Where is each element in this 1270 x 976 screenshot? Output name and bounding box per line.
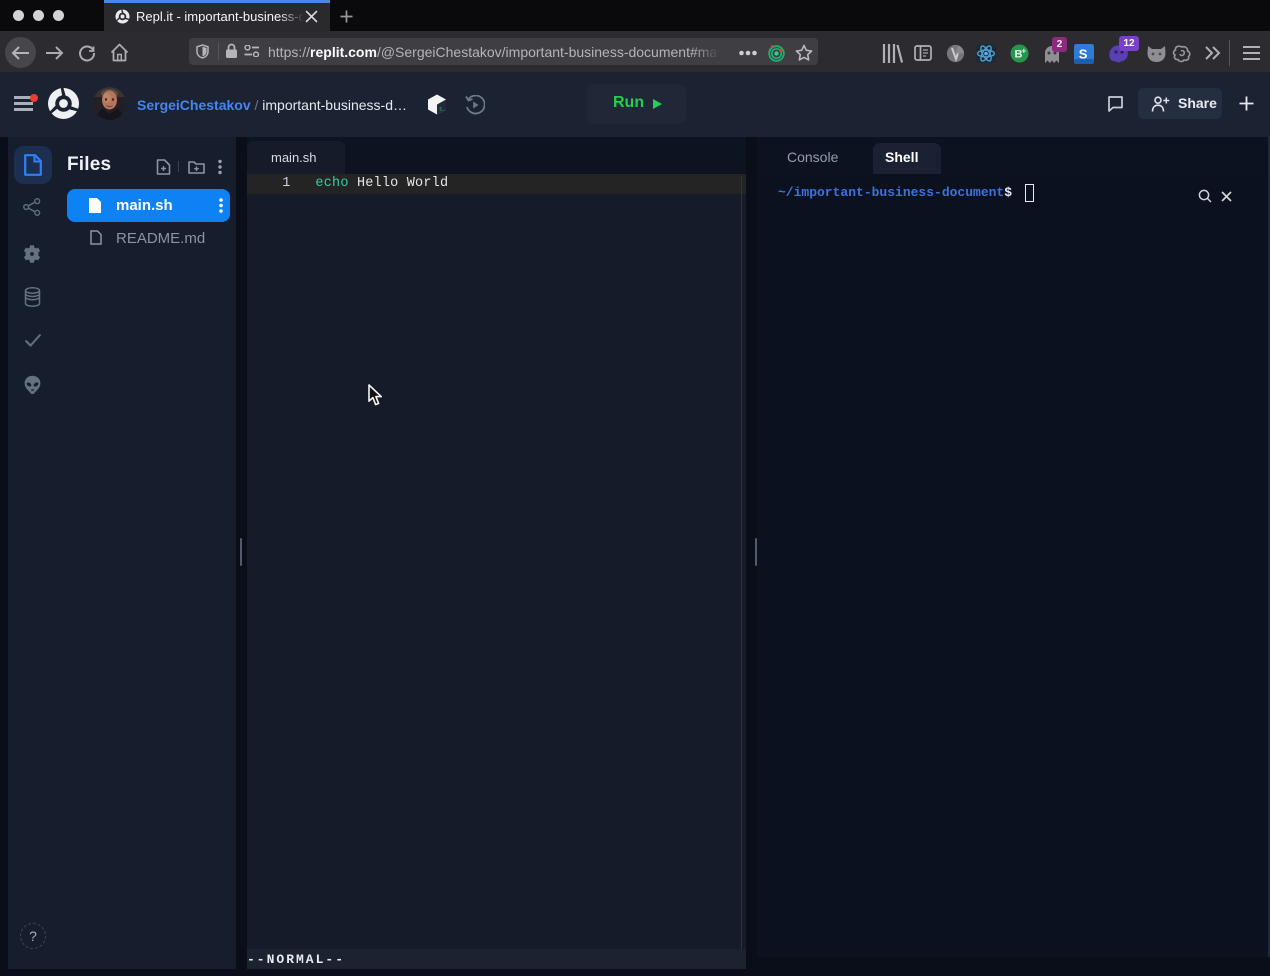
svg-text:S: S xyxy=(1079,47,1088,62)
svg-text:$_: $_ xyxy=(439,107,446,113)
svg-text:+: + xyxy=(1022,47,1027,56)
